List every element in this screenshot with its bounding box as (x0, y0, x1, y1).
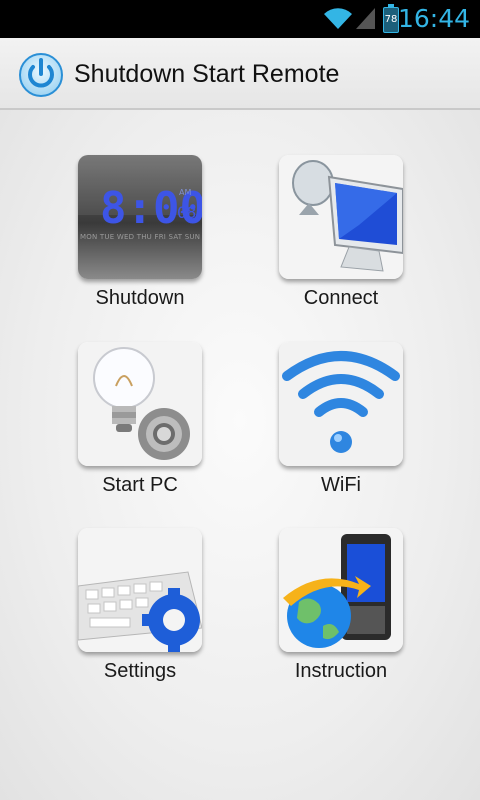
clock-display-ampm: AM (179, 188, 191, 197)
settings-tile[interactable]: Settings (78, 528, 202, 682)
start-pc-button[interactable] (78, 342, 202, 466)
phone-globe-icon (279, 528, 403, 652)
shutdown-label: Shutdown (95, 287, 185, 309)
battery-icon: 78 (383, 4, 399, 33)
app-title: Shutdown Start Remote (74, 60, 340, 88)
keyboard-settings-icon (78, 528, 202, 652)
instruction-label: Instruction (294, 660, 388, 682)
wifi-label: WiFi (321, 474, 361, 496)
wifi-tile[interactable]: WiFi (279, 342, 403, 496)
instruction-tile[interactable]: Instruction (279, 528, 403, 682)
start-pc-label: Start PC (102, 474, 178, 496)
wifi-icon (279, 342, 403, 466)
status-time: 16:44 (397, 4, 470, 33)
connect-button[interactable] (279, 155, 403, 279)
connect-tile[interactable]: Connect (279, 155, 403, 309)
instruction-button[interactable] (279, 528, 403, 652)
shutdown-button[interactable]: 8:00 AM 08 MON TUE WED THU FRI SAT SUN (78, 155, 202, 279)
connect-label: Connect (303, 287, 379, 309)
menu-grid: 8:00 AM 08 MON TUE WED THU FRI SAT SUN S… (0, 110, 480, 800)
cell-signal-icon (356, 8, 375, 29)
lightbulb-icon (78, 342, 202, 466)
start-pc-tile[interactable]: Start PC (78, 342, 202, 496)
action-bar: Shutdown Start Remote (0, 38, 480, 110)
shutdown-tile[interactable]: 8:00 AM 08 MON TUE WED THU FRI SAT SUN S… (78, 155, 202, 309)
settings-label: Settings (103, 660, 177, 682)
status-bar: 78 16:44 (0, 0, 480, 38)
clock-icon: 8:00 AM 08 MON TUE WED THU FRI SAT SUN (78, 155, 202, 279)
clock-display-days: MON TUE WED THU FRI SAT SUN (80, 233, 200, 241)
monitor-icon (279, 155, 403, 279)
battery-level: 78 (384, 14, 398, 25)
settings-button[interactable] (78, 528, 202, 652)
power-button-icon[interactable] (18, 52, 64, 98)
clock-display-seconds: 08 (177, 203, 196, 222)
wifi-signal-icon (324, 8, 352, 29)
wifi-button[interactable] (279, 342, 403, 466)
